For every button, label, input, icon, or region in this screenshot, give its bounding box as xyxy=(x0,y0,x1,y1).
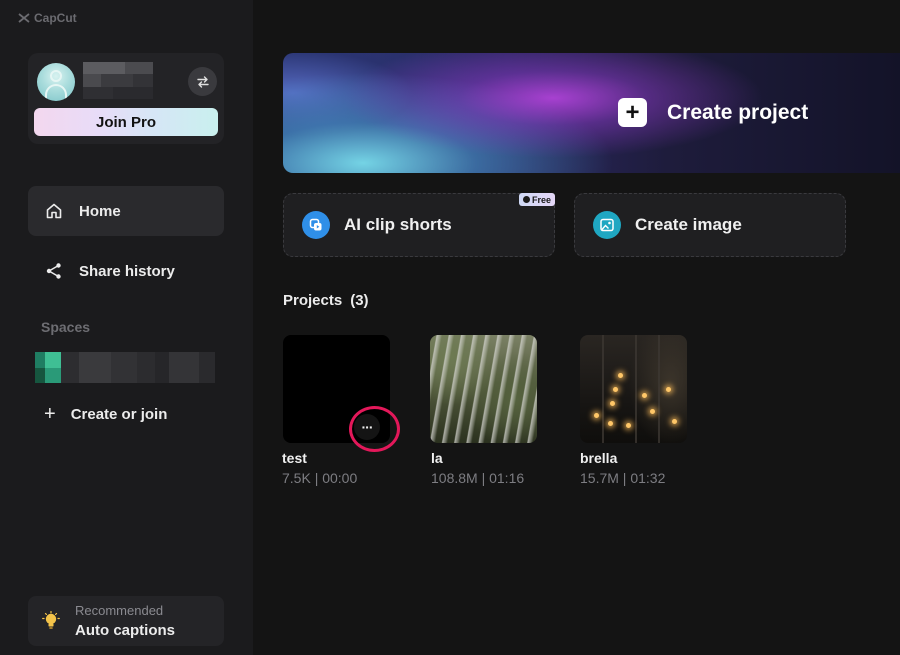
spaces-heading: Spaces xyxy=(41,319,91,335)
avatar[interactable] xyxy=(37,63,75,101)
badge-dot-icon xyxy=(522,196,530,203)
free-badge-label: Free xyxy=(531,194,551,205)
project-more-options-button[interactable]: ··· xyxy=(354,414,380,440)
recommended-label: Recommended xyxy=(75,603,164,618)
projects-count: (3) xyxy=(350,292,369,309)
project-meta: 108.8M | 01:16 xyxy=(431,470,525,486)
create-image-button[interactable]: Create image xyxy=(574,193,846,257)
main-content: + Create project AI clip shorts Free Cre… xyxy=(253,0,900,655)
sidebar-item-share-history[interactable]: Share history xyxy=(28,246,224,296)
capcut-logo-icon xyxy=(18,13,30,23)
sidebar-item-home[interactable]: Home xyxy=(28,186,224,236)
share-icon xyxy=(46,263,61,279)
swap-arrows-icon xyxy=(196,75,209,88)
plus-square-icon: + xyxy=(618,98,647,127)
project-name[interactable]: test xyxy=(282,450,307,466)
create-or-join-space-button[interactable]: + Create or join xyxy=(44,404,167,424)
project-thumbnail-brella[interactable] xyxy=(580,335,687,443)
lightbulb-icon xyxy=(42,611,60,629)
projects-title: Projects xyxy=(283,292,343,309)
image-icon xyxy=(593,211,621,239)
free-badge: Free xyxy=(518,193,555,206)
create-project-label: Create project xyxy=(667,101,809,124)
create-project-banner[interactable]: + Create project xyxy=(283,53,900,173)
project-name[interactable]: la xyxy=(431,450,443,466)
plus-icon: + xyxy=(44,403,56,425)
space-item-redacted[interactable] xyxy=(35,352,215,383)
sidebar-item-label: Share history xyxy=(79,262,175,280)
auto-captions-label: Auto captions xyxy=(75,622,175,639)
create-or-join-label: Create or join xyxy=(70,405,168,423)
sidebar: CapCut Join Pro Home Share history Space… xyxy=(0,0,253,655)
ai-clip-icon xyxy=(302,211,330,239)
username-redacted xyxy=(83,62,153,100)
projects-heading: Projects (3) xyxy=(283,292,369,309)
recommended-auto-captions-card[interactable]: Recommended Auto captions xyxy=(28,596,224,646)
app-logo: CapCut xyxy=(17,11,77,25)
switch-account-button[interactable] xyxy=(188,67,217,96)
home-icon xyxy=(46,203,62,219)
project-meta: 7.5K | 00:00 xyxy=(282,470,358,486)
project-name[interactable]: brella xyxy=(580,450,617,466)
join-pro-button[interactable]: Join Pro xyxy=(34,108,218,136)
project-meta: 15.7M | 01:32 xyxy=(580,470,666,486)
sidebar-item-label: Home xyxy=(79,202,121,220)
ai-clip-shorts-label: AI clip shorts xyxy=(344,215,452,234)
app-logo-text: CapCut xyxy=(34,11,77,25)
profile-card: Join Pro xyxy=(28,53,224,144)
create-image-label: Create image xyxy=(635,215,742,234)
ai-clip-shorts-button[interactable]: AI clip shorts Free xyxy=(283,193,555,257)
project-thumbnail-la[interactable] xyxy=(430,335,537,443)
capcut-app: CapCut Join Pro Home Share history Space… xyxy=(0,0,900,655)
